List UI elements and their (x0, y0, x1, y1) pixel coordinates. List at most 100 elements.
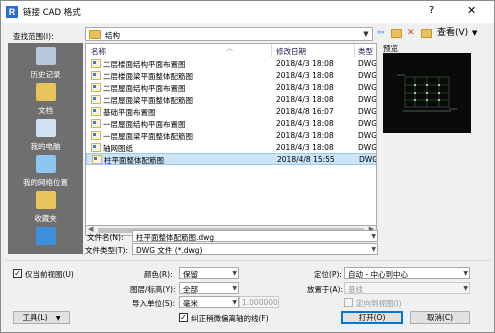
views-menu[interactable]: 查看(V) (437, 27, 468, 39)
positioning-label: 定位(P): (314, 270, 342, 279)
history-icon (36, 47, 56, 65)
dwg-file-icon (92, 155, 102, 164)
chevron-down-icon: ▼ (232, 285, 237, 292)
chevron-down-icon: ▼ (371, 246, 376, 253)
file-date: 2018/4/3 18:08 (276, 119, 334, 128)
place-network[interactable]: 我的网络位置 (8, 153, 83, 193)
colors-select[interactable]: 保留 ▼ (179, 267, 239, 279)
file-name: 二层屋面梁平面整体配筋图 (103, 96, 193, 105)
chevron-down-icon: ▼ (232, 299, 237, 306)
revit-app-icon: R (6, 6, 18, 18)
tools-button[interactable]: 工具(L) ▼ (13, 311, 70, 324)
place-computer[interactable]: 我的电脑 (8, 117, 83, 157)
dwg-file-icon (91, 143, 101, 152)
file-type-value: DWG 文件 (*.dwg) (136, 246, 203, 255)
file-name: 柱平面整体配筋图 (104, 156, 164, 165)
file-date: 2018/4/8 15:55 (277, 155, 335, 164)
file-type: DWG (358, 131, 377, 140)
preview-pane (383, 53, 471, 133)
file-row[interactable]: 轴网图纸 2018/4/3 18:08 DWG (86, 142, 377, 153)
place-desktop[interactable] (8, 225, 83, 253)
look-in-value: 结构 (105, 31, 120, 40)
file-type: DWG (358, 71, 377, 80)
file-type-select[interactable]: DWG 文件 (*.dwg) ▼ (132, 243, 378, 255)
look-in-label: 查找范围(I): (13, 32, 54, 41)
file-row[interactable]: 二层屋面结构平面布置图 2018/4/3 18:08 DWG (86, 82, 376, 93)
place-label: 历史记录 (30, 70, 61, 79)
dwg-file-icon (91, 59, 101, 68)
network-icon (36, 155, 56, 173)
correct-lines-label: 纠正稍微偏离轴的线(F) (191, 314, 269, 323)
file-type: DWG (358, 143, 377, 152)
file-name: 二层楼面结构平面布置图 (103, 60, 186, 69)
computer-icon (36, 119, 56, 137)
file-date: 2018/4/3 18:08 (276, 131, 334, 140)
file-row[interactable]: 一层屋面结构平面布置图 2018/4/3 18:08 DWG (86, 118, 377, 129)
up-folder-icon[interactable] (391, 29, 402, 38)
sort-arrow-icon: ︿ (226, 44, 233, 52)
positioning-select[interactable]: 自动 - 中心到中心 ▼ (344, 267, 470, 279)
place-favorites[interactable]: 收藏夹 (8, 189, 83, 229)
chevron-down-icon: ▼ (371, 233, 376, 240)
drawing-preview-image (397, 74, 457, 112)
file-row[interactable]: 基础平面布置图 2018/4/8 16:07 DWG (86, 106, 377, 117)
favorites-icon (36, 191, 56, 209)
views-dropdown-icon[interactable]: ▼ (472, 27, 477, 39)
delete-icon[interactable]: ✕ (407, 27, 415, 39)
scale-factor-value: 1.000000 (242, 298, 278, 307)
file-date: 2018/4/8 16:07 (276, 107, 334, 116)
import-units-select[interactable]: 毫米 ▼ (179, 296, 239, 308)
chevron-down-icon: ▼ (463, 285, 468, 292)
file-type-label: 文件类型(T): (85, 246, 128, 255)
documents-icon (36, 83, 56, 101)
correct-lines-checkbox[interactable]: ✓ (179, 313, 188, 322)
chevron-down-icon: ▼ (232, 270, 237, 277)
cancel-button[interactable]: 取消(C) (410, 311, 470, 324)
file-row[interactable]: 二层楼面结构平面布置图 2018/4/3 18:08 DWG (86, 58, 377, 69)
file-row[interactable]: 二层屋面梁平面整体配筋图 2018/4/3 18:08 DWG (86, 94, 377, 105)
open-button[interactable]: 打开(O) (341, 311, 403, 324)
dialog-title: 链接 CAD 格式 (23, 8, 81, 18)
folder-icon (89, 30, 101, 39)
layers-select[interactable]: 全部 ▼ (179, 282, 239, 294)
file-row[interactable]: 一层屋面梁平面整体配筋图 2018/4/3 18:08 DWG (86, 130, 377, 141)
place-label: 我的网络位置 (23, 178, 68, 187)
folder-toolbar: ⇦ ✕ 查看(V) ▼ (377, 27, 492, 41)
file-type: DWG (358, 59, 377, 68)
new-folder-icon[interactable] (421, 29, 432, 38)
file-type: DWG (358, 95, 377, 104)
file-name-label: 文件名(N): (87, 233, 124, 242)
file-row[interactable]: 二层楼面梁平面整体配筋图 2018/4/3 18:08 DWG (86, 70, 377, 81)
file-row-selected[interactable]: 柱平面整体配筋图 2018/4/8 15:55 DWG (86, 153, 376, 165)
chevron-down-icon: ▼ (55, 315, 61, 322)
file-type: DWG (358, 119, 377, 128)
back-arrow-icon[interactable]: ⇦ (377, 27, 385, 39)
file-list[interactable]: 名称 ︿ 修改日期 类型 二层楼面结构平面布置图 2018/4/3 18:08 … (85, 43, 377, 226)
dwg-file-icon (91, 95, 101, 104)
place-label: 文档 (38, 106, 53, 115)
dwg-file-icon (91, 83, 101, 92)
place-documents[interactable]: 文档 (8, 81, 83, 121)
chevron-down-icon: ▼ (463, 270, 468, 277)
help-button[interactable]: ? (429, 5, 434, 16)
layers-label: 图层/标高(Y): (130, 285, 176, 294)
dwg-file-icon (91, 119, 101, 128)
place-at-label: 放置于(A): (307, 285, 344, 294)
layers-value: 全部 (183, 285, 198, 294)
positioning-value: 自动 - 中心到中心 (348, 270, 408, 279)
current-view-only-checkbox[interactable]: ✓ (13, 269, 22, 278)
close-button[interactable]: ✕ (467, 4, 476, 17)
file-type: DWG (358, 107, 377, 116)
import-units-label: 导入单位(S): (132, 299, 176, 308)
import-units-value: 毫米 (183, 299, 198, 308)
place-label: 我的电脑 (30, 142, 61, 151)
places-bar: 历史记录 文档 我的电脑 我的网络位置 收藏夹 (8, 43, 83, 254)
dwg-file-icon (91, 71, 101, 80)
place-history[interactable]: 历史记录 (8, 45, 83, 85)
file-name-input[interactable]: 柱平面整体配筋图.dwg ▼ (132, 230, 378, 242)
look-in-combo[interactable]: 结构 ▼ (85, 27, 373, 41)
file-name-value: 柱平面整体配筋图.dwg (136, 233, 215, 242)
link-cad-dialog: R 链接 CAD 格式 ? ✕ 查找范围(I): 结构 ▼ ⇦ ✕ 查看(V) … (0, 0, 495, 333)
chevron-down-icon: ▼ (363, 30, 369, 38)
current-view-only-label: 仅当前视图(U) (25, 270, 74, 279)
